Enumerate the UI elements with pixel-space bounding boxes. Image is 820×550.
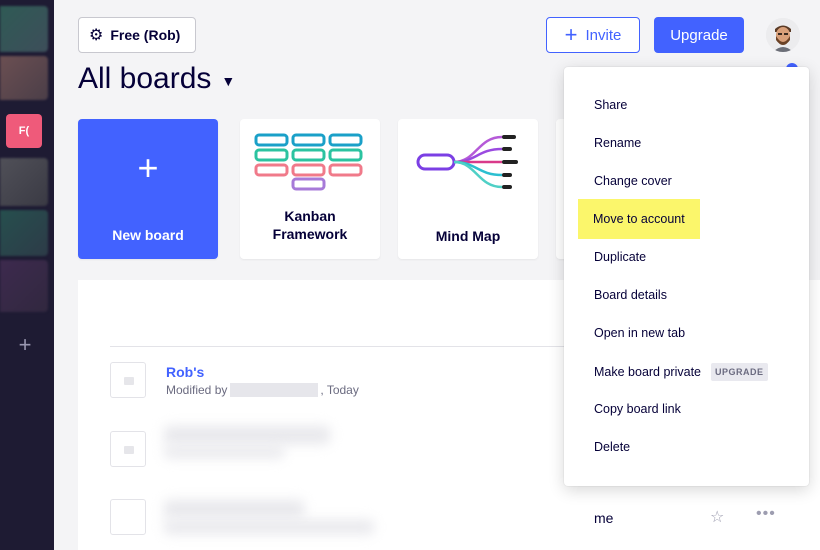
template-label: Kanban [284,208,336,224]
menu-item-make-private[interactable]: Make board private UPGRADE [594,363,768,381]
upgrade-badge: UPGRADE [711,363,768,381]
page-title-text: All boards [78,62,212,95]
menu-item-delete[interactable]: Delete [594,439,630,455]
plan-label: Free (Rob) [110,27,181,43]
divider [110,346,580,347]
gear-icon: ⚙ [89,27,104,44]
workspace-item[interactable] [0,6,48,52]
new-board-label: New board [112,227,184,243]
menu-item-label: Make board private [594,365,702,379]
page-title[interactable]: All boards ▼ [78,62,235,96]
template-card-mind-map[interactable]: Mind Map [398,119,538,259]
kanban-illustration-icon [254,133,363,191]
plus-icon: + [137,147,159,188]
board-name-link[interactable]: Rob's [166,364,204,380]
blurred-board-name [164,500,304,518]
workspace-item[interactable] [0,158,48,206]
blurred-board-meta [164,446,284,458]
invite-label: Invite [585,26,622,44]
new-board-card[interactable]: + New board [78,119,218,259]
add-workspace-plus-icon[interactable]: + [14,334,36,356]
board-thumbnail[interactable] [110,431,146,467]
upgrade-button[interactable]: Upgrade [654,17,744,53]
mind-map-illustration-icon [416,135,518,189]
modified-prefix: Modified by [166,383,228,397]
menu-item-open-new-tab[interactable]: Open in new tab [594,325,685,341]
workspace-item[interactable] [0,210,48,256]
blurred-board-name [164,426,330,444]
menu-item-change-cover[interactable]: Change cover [594,173,672,189]
workspace-rail: F( + [0,0,54,550]
plan-button[interactable]: ⚙ Free (Rob) [78,17,196,53]
board-owner: me [594,510,614,526]
board-context-menu: Share Rename Change cover Move to accoun… [564,67,809,486]
board-thumbnail[interactable] [110,499,146,535]
workspace-item[interactable] [0,56,48,100]
workspace-item[interactable] [0,260,48,312]
menu-item-rename[interactable]: Rename [594,135,641,151]
workspace-item-active[interactable]: F( [6,114,42,148]
menu-item-share[interactable]: Share [594,97,627,113]
menu-item-copy-link[interactable]: Copy board link [594,401,681,417]
chevron-down-icon: ▼ [221,73,236,89]
template-label: Framework [272,226,348,242]
menu-item-move-to-account[interactable]: Move to account [578,199,700,239]
board-thumbnail[interactable] [110,362,146,398]
more-options-icon[interactable]: ••• [756,505,776,523]
user-avatar[interactable] [766,18,800,52]
star-icon[interactable]: ☆ [710,507,724,527]
menu-item-duplicate[interactable]: Duplicate [594,249,646,265]
menu-item-board-details[interactable]: Board details [594,287,667,303]
blurred-board-meta [164,520,374,534]
modified-suffix: , Today [320,383,359,397]
redacted-name [230,383,319,397]
template-card-kanban[interactable]: Kanban Framework [240,119,380,259]
template-label: Mind Map [435,228,501,244]
plus-icon: + [564,22,578,47]
board-modified-info: Modified by , Today [166,383,359,397]
invite-button[interactable]: + Invite [546,17,640,53]
